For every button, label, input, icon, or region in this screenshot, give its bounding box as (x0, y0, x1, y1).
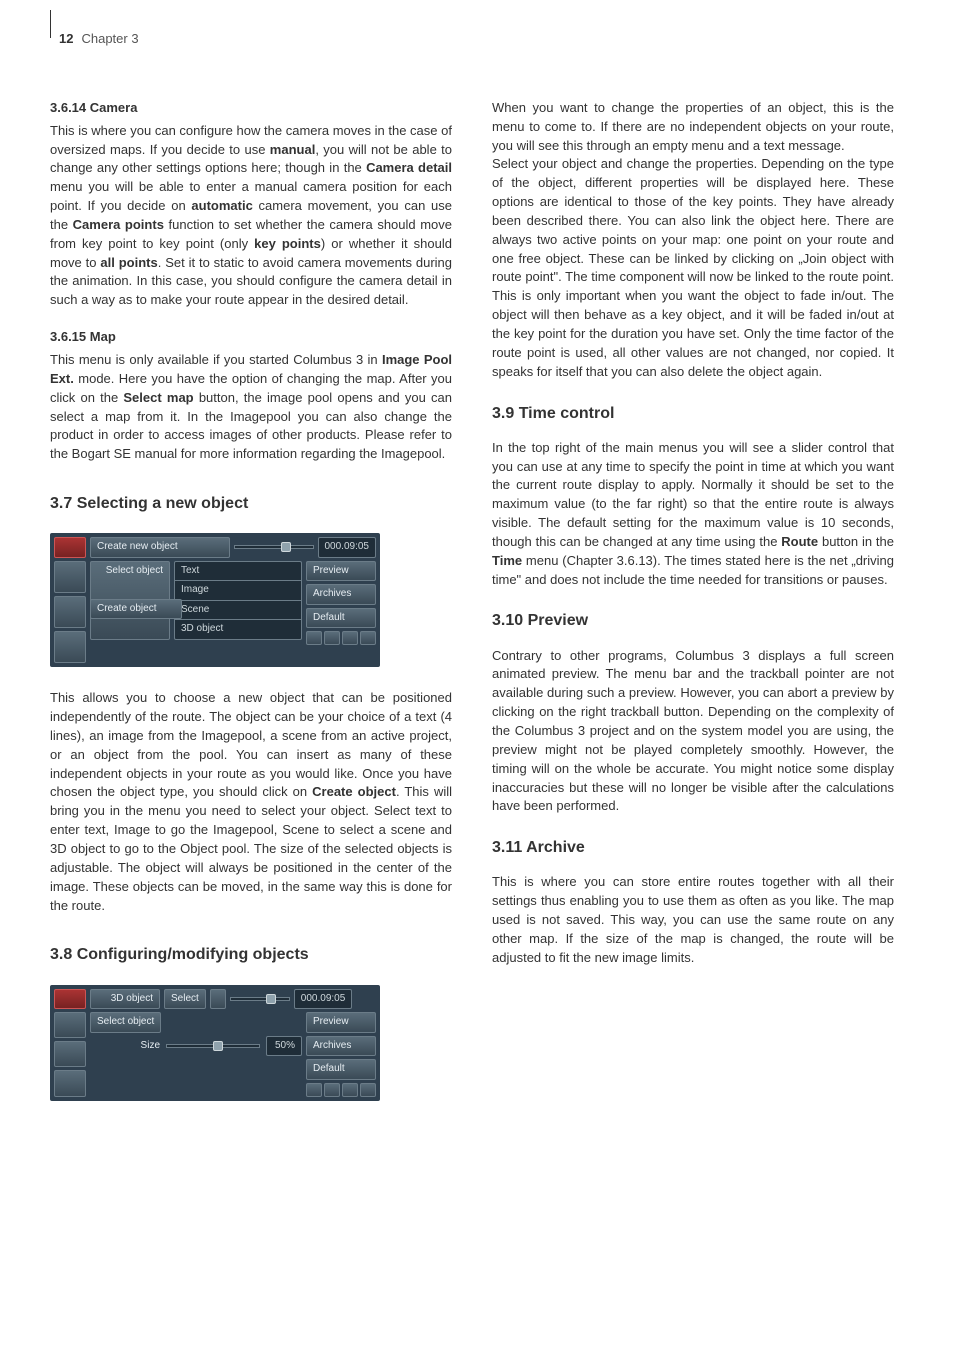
page-number: 12 (59, 30, 73, 49)
3d-object-label: 3D object (90, 989, 160, 1010)
info-icon[interactable] (306, 631, 322, 645)
create-object-button[interactable]: Create object (90, 599, 182, 620)
preview-button[interactable]: Preview (306, 561, 376, 582)
para-selecting-object: This allows you to choose a new object t… (50, 689, 452, 915)
heading-selecting-object: 3.7 Selecting a new object (50, 492, 452, 515)
default-button[interactable]: Default (306, 1059, 376, 1080)
swatch-icon[interactable] (210, 989, 226, 1010)
heading-camera: 3.6.14 Camera (50, 99, 452, 118)
heading-configuring-objects: 3.8 Configuring/modifying objects (50, 943, 452, 966)
para-intro1: When you want to change the properties o… (492, 99, 894, 156)
preview-button[interactable]: Preview (306, 1012, 376, 1033)
tool-icon[interactable] (54, 1012, 86, 1038)
para-preview: Contrary to other programs, Columbus 3 d… (492, 647, 894, 817)
right-column: When you want to change the properties o… (492, 99, 894, 1123)
screen-icon[interactable] (324, 631, 340, 645)
exit-icon[interactable] (360, 631, 376, 645)
archives-button[interactable]: Archives (306, 1036, 376, 1057)
default-button[interactable]: Default (306, 608, 376, 629)
para-camera: This is where you can configure how the … (50, 122, 452, 310)
tool-icon[interactable] (54, 596, 86, 628)
option-3d-object[interactable]: 3D object (174, 619, 302, 640)
info-icon[interactable] (306, 1083, 322, 1097)
toolbar-icons (306, 631, 376, 645)
ui-configure-objects: 3D object Select 000.09:05 Select object (50, 985, 380, 1101)
heading-time-control: 3.9 Time control (492, 402, 894, 425)
heading-archive: 3.11 Archive (492, 836, 894, 859)
ui-create-new-object: Create new object 000.09:05 Select objec… (50, 533, 380, 667)
chapter-label: Chapter 3 (81, 30, 138, 49)
para-map: This menu is only available if you start… (50, 351, 452, 464)
para-intro2: Select your object and change the proper… (492, 155, 894, 381)
screen-icon[interactable] (324, 1083, 340, 1097)
option-scene[interactable]: Scene (174, 600, 302, 620)
para-time-control: In the top right of the main menus you w… (492, 439, 894, 590)
option-image[interactable]: Image (174, 580, 302, 600)
two-column-layout: 3.6.14 Camera This is where you can conf… (50, 99, 894, 1123)
play-icon[interactable] (342, 1083, 358, 1097)
heading-preview: 3.10 Preview (492, 609, 894, 632)
option-text[interactable]: Text (174, 561, 302, 581)
play-icon[interactable] (342, 631, 358, 645)
select-button[interactable]: Select (164, 989, 206, 1010)
select-object-button[interactable]: Select object (90, 1012, 161, 1033)
tool-icon[interactable] (54, 1070, 86, 1096)
page-header: 12 Chapter 3 (50, 30, 894, 49)
toolbar-icons (306, 1083, 376, 1097)
tool-icon[interactable] (54, 561, 86, 593)
size-label: Size (90, 1039, 160, 1054)
tool-icon[interactable] (54, 631, 86, 663)
create-new-object-button[interactable]: Create new object (90, 537, 230, 558)
exit-icon[interactable] (360, 1083, 376, 1097)
time-field: 000.09:05 (318, 537, 377, 558)
size-value: 50% (266, 1036, 302, 1057)
tool-icon[interactable] (54, 537, 86, 558)
tool-icon[interactable] (54, 1041, 86, 1067)
archives-button[interactable]: Archives (306, 584, 376, 605)
heading-map: 3.6.15 Map (50, 328, 452, 347)
time-field: 000.09:05 (294, 989, 353, 1010)
header-tick (50, 10, 51, 38)
para-archive: This is where you can store entire route… (492, 873, 894, 967)
left-column: 3.6.14 Camera This is where you can conf… (50, 99, 452, 1123)
tool-icon[interactable] (54, 989, 86, 1010)
